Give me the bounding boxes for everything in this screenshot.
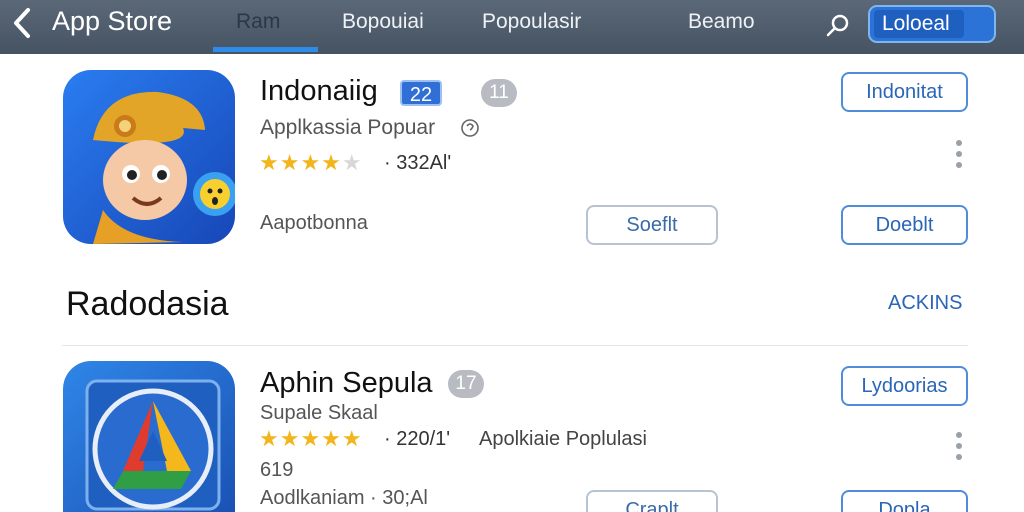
divider	[62, 345, 968, 346]
app-name[interactable]: Indonaiig	[260, 75, 378, 108]
top-action-button[interactable]: Indonitat	[841, 72, 968, 112]
tab-ram[interactable]: Ram	[236, 10, 280, 34]
top-action-button[interactable]: Lydoorias	[841, 366, 968, 406]
chevron-left-icon[interactable]	[8, 6, 38, 40]
tab-popoulasir[interactable]: Popoulasir	[482, 10, 581, 34]
count-badge: 17	[448, 370, 484, 398]
rating-extra: Apolkiaie Poplulasi	[479, 428, 647, 450]
secondary-button[interactable]: Craplt	[586, 490, 718, 512]
count-badge: 11	[481, 79, 517, 107]
app-name[interactable]: Aphin Sepula	[260, 367, 433, 400]
top-navigation-bar: App Store Ram Bopouiai Popoulasir Beamo …	[0, 0, 1024, 54]
app-subtitle: Supale Skaal	[260, 402, 378, 424]
secondary-button[interactable]: Soeflt	[586, 205, 718, 245]
primary-button[interactable]: Doeblt	[841, 205, 968, 245]
star-rating: ★★★★★	[259, 426, 363, 451]
section-title: Radodasia	[66, 285, 229, 323]
app-meta: Aapotbonna	[260, 212, 368, 234]
app-icon[interactable]	[63, 70, 235, 244]
tab-beamo[interactable]: Beamo	[688, 10, 755, 34]
search-icon[interactable]	[824, 12, 852, 38]
more-options-icon[interactable]	[954, 140, 964, 170]
more-options-icon[interactable]	[954, 432, 964, 462]
app-meta: Aodlkaniam · 30;Al	[260, 487, 428, 509]
star-rating: ★★★★★	[259, 150, 363, 175]
rating-count: · 220/1'	[384, 428, 451, 450]
app-meta-top: 619	[260, 459, 294, 481]
version-badge: 22	[400, 80, 442, 106]
app-title: App Store	[52, 6, 173, 36]
locale-button[interactable]: Loloeal	[868, 5, 996, 43]
rating-count: · 332Al'	[384, 152, 452, 174]
active-tab-indicator	[213, 47, 318, 52]
app-subtitle: Applkassia Popuar	[260, 116, 436, 139]
primary-button[interactable]: Dopla	[841, 490, 968, 512]
tab-bopouiai[interactable]: Bopouiai	[342, 10, 424, 34]
info-icon[interactable]	[460, 118, 480, 138]
app-icon[interactable]	[63, 361, 235, 512]
section-link[interactable]: ACKINS	[888, 292, 962, 315]
locale-button-label: Loloeal	[874, 10, 964, 38]
